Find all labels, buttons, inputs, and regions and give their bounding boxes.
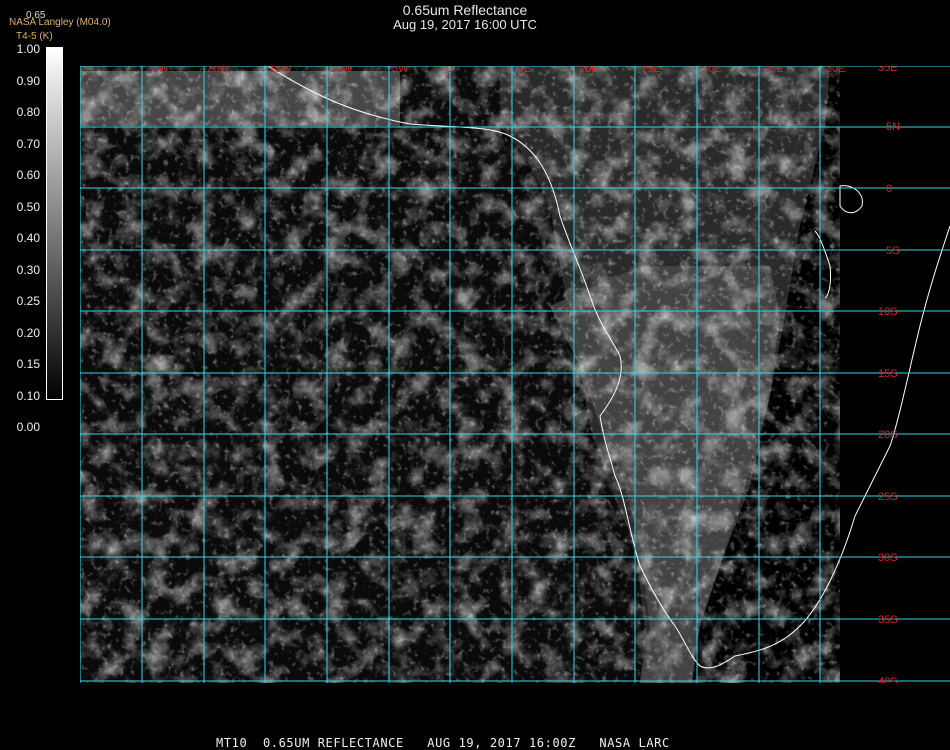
longitude-label: 20E: [702, 66, 722, 75]
latitude-label: 40S: [878, 676, 898, 683]
subtitle: Aug 19, 2017 16:00 UTC: [393, 17, 537, 32]
cloud-speckle: [80, 66, 840, 683]
longitude-label: 25E: [764, 66, 784, 75]
latitude-label: 35E: [878, 66, 898, 74]
longitude-label: 10E: [579, 66, 599, 75]
colorbar-tick-label: 0.10: [16, 388, 40, 403]
colorbar-tick-label: 1.00: [16, 42, 40, 56]
colorbar-tick-label: 0.30: [16, 262, 40, 277]
latitude-label: 10S: [878, 306, 898, 318]
satellite-map[interactable]: 25W 20W 15W 10W 5W 0 5E 10E 15E 20E 25E 30E 35E 5N 0 5S…: [80, 66, 950, 683]
colorbar-tick-label: 0.15: [16, 357, 40, 371]
colorbar-tick-label: 0.25: [16, 294, 40, 308]
colorbar-gradient: [47, 48, 62, 399]
colorbar-tick-label: 0.50: [16, 199, 40, 214]
latitude-label: 15S: [878, 368, 898, 380]
title: 0.65um Reflectance: [402, 2, 528, 18]
longitude-label: 5E: [518, 66, 531, 75]
credit-label: NASA Langley (M04.0): [9, 17, 111, 28]
longitude-label: 15E: [641, 66, 661, 75]
latitude-label: 25S: [878, 491, 898, 503]
colorbar-tick-label: 0.90: [16, 73, 40, 88]
credit-sub-label: T4-5 (K): [16, 31, 53, 42]
colorbar-tick-label: 0.40: [16, 231, 40, 245]
colorbar-tick-label: 0.60: [16, 168, 40, 182]
colorbar-tick-label: 0.70: [16, 136, 40, 151]
latitude-label: 5N: [886, 121, 900, 133]
longitude-label: 5W: [392, 66, 409, 75]
map-canvas: 25W 20W 15W 10W 5W 0 5E 10E 15E 20E 25E 30E 35E 5N 0 5S…: [80, 66, 950, 683]
longitude-label: 0: [446, 66, 452, 75]
colorbar-top-value: 0.65: [26, 10, 46, 21]
longitude-label: 15W: [269, 66, 292, 75]
latitude-label: 30S: [878, 552, 898, 564]
footer-caption: MT10 0.65UM REFLECTANCE AUG 19, 2017 16:…: [216, 736, 670, 750]
longitude-label: 25W: [146, 66, 169, 75]
latitude-label: 0: [886, 183, 892, 195]
itcz-band: [80, 71, 400, 126]
longitude-label: 20W: [207, 66, 230, 75]
longitude-label: 10W: [330, 66, 353, 75]
colorbar: [46, 47, 63, 400]
colorbar-tick-label: 0.80: [16, 105, 40, 119]
colorbar-tick-label: 0.20: [16, 325, 40, 340]
longitude-label: 30E: [826, 66, 846, 75]
latitude-label: 35S: [878, 614, 898, 626]
colorbar-tick-label: 0.00: [16, 420, 40, 434]
latitude-label: 20S: [878, 429, 898, 441]
latitude-label: 5S: [886, 245, 899, 257]
